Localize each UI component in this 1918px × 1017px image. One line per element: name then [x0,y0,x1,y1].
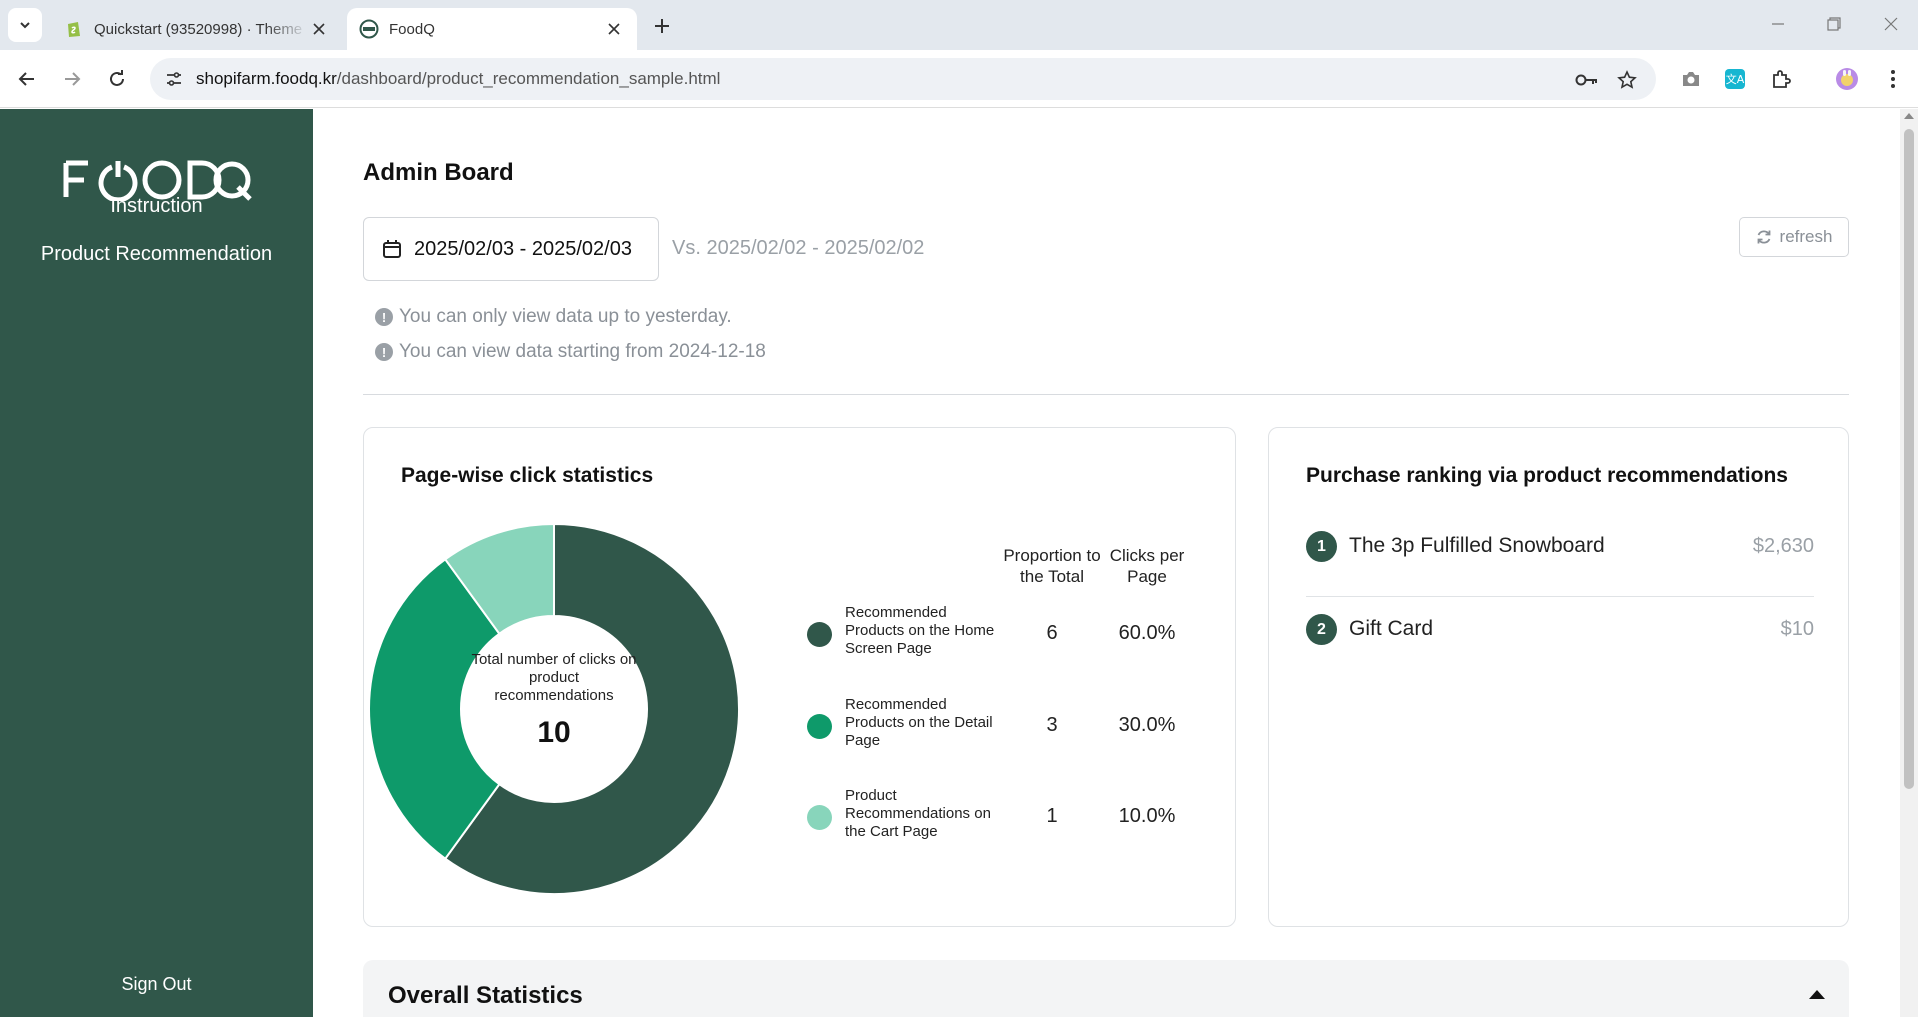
rank-badge: 2 [1306,614,1337,645]
chevron-down-icon [20,22,30,29]
legend-label: Product Recommendations on the Cart Page [845,787,991,840]
svg-text:文A: 文A [1726,72,1745,86]
restore-icon [1827,17,1841,31]
arrow-left-icon [18,72,34,86]
reload-button[interactable] [102,64,132,94]
page-scrollbar[interactable] [1900,109,1918,1017]
ranking-title: Purchase ranking via product recommendat… [1306,464,1788,487]
divider [363,394,1849,395]
main-content: Admin Board 2025/02/03 - 2025/02/03 Vs. … [313,109,1900,1017]
camera-icon[interactable] [1676,64,1706,94]
sidebar: Instruction Product Recommendation Sign … [0,109,313,1017]
collapse-caret-icon[interactable] [1809,990,1825,999]
legend-label: Recommended Products on the Home Screen … [845,604,995,657]
legend-count: 1 [1046,805,1058,827]
notice-start-date: ! You can view data starting from 2024-1… [375,341,766,363]
forward-button[interactable] [57,64,87,94]
scroll-up-arrow-icon[interactable] [1904,113,1914,119]
site-info-icon[interactable] [162,67,186,91]
rank-badge: 1 [1306,531,1337,562]
sign-out-link[interactable]: Sign Out [0,974,313,995]
tab-foodq[interactable]: FoodQ [347,8,637,50]
legend-count: 6 [1046,622,1058,644]
donut-center-label: Total number of clicks on product recomm… [471,651,637,704]
overall-statistics-title: Overall Statistics [388,982,583,1009]
legend-row-detail: Recommended Products on the Detail Page … [807,696,1187,756]
overall-statistics-header[interactable]: Overall Statistics [363,960,1849,1017]
browser-tab-bar: Quickstart (93520998) · Theme FoodQ [0,0,1918,50]
notice-text: You can only view data up to yesterday. [399,306,732,327]
notice-yesterday: ! You can only view data up to yesterday… [375,306,732,328]
legend-count: 3 [1046,714,1058,736]
password-key-icon[interactable] [1574,67,1600,93]
foodq-icon [359,19,379,39]
close-tab-icon[interactable] [308,18,330,40]
back-button[interactable] [12,64,42,94]
refresh-icon [1757,230,1770,244]
refresh-button[interactable]: refresh [1739,217,1849,257]
ranking-item[interactable]: 2 Gift Card $10 [1306,614,1814,696]
notice-text: You can view data starting from 2024-12-… [399,341,766,362]
scroll-thumb[interactable] [1904,129,1914,789]
tab-title: FoodQ [389,20,435,38]
address-bar-row: shopifarm.foodq.kr/dashboard/product_rec… [0,50,1918,108]
legend-percent: 30.0% [1118,714,1176,736]
plus-icon [655,19,669,33]
col-header-clicks: Clicks per Page [1109,546,1185,586]
rank-product-name: Gift Card [1349,617,1434,640]
menu-kebab-icon[interactable] [1878,64,1908,94]
ranking-card: Purchase ranking via product recommendat… [1268,427,1849,927]
url-host: shopifarm.foodq.kr [196,69,337,88]
close-tab-icon[interactable] [603,18,625,40]
arrow-right-icon [65,72,81,86]
legend-dot [807,622,832,647]
url-path: /dashboard/product_recommendation_sample… [336,69,721,88]
bookmark-star-icon[interactable] [1614,67,1640,93]
ranking-divider [1306,596,1814,597]
refresh-label: refresh [1779,227,1833,246]
exclamation-icon: ! [375,343,393,361]
sidebar-item-instruction[interactable]: Instruction [0,195,313,218]
donut-total-value: 10 [537,716,571,749]
date-range-picker[interactable]: 2025/02/03 - 2025/02/03 [363,217,659,281]
close-window-button[interactable] [1871,10,1911,38]
ranking-item[interactable]: 1 The 3p Fulfilled Snowboard $2,630 [1306,531,1814,613]
omnibox[interactable]: shopifarm.foodq.kr/dashboard/product_rec… [150,58,1656,100]
rank-product-value: $10 [1780,618,1814,640]
rank-product-value: $2,630 [1752,535,1814,557]
legend-percent: 10.0% [1118,805,1176,827]
shopify-icon [68,22,80,37]
col-header-proportion: Proportion to the Total [1003,546,1101,586]
profile-avatar-icon[interactable] [1832,64,1862,94]
legend-row-home: Recommended Products on the Home Screen … [807,604,1187,664]
legend-percent: 60.0% [1118,622,1176,644]
minimize-icon [1772,23,1784,25]
extensions-puzzle-icon[interactable] [1766,64,1796,94]
tab-list-button[interactable] [8,8,42,42]
rank-product-name: The 3p Fulfilled Snowboard [1349,534,1605,557]
new-tab-button[interactable] [648,12,676,40]
sidebar-item-product-recommendation[interactable]: Product Recommendation [0,243,313,266]
exclamation-icon: ! [375,308,393,326]
click-stats-card: Page-wise click statistics Total number … [363,427,1236,927]
calendar-icon [383,240,401,258]
legend-dot [807,805,832,830]
tab-quickstart[interactable]: Quickstart (93520998) · Theme [52,8,342,50]
legend-label: Recommended Products on the Detail Page [845,696,993,749]
reload-icon [110,70,124,86]
tab-title: Quickstart (93520998) · Theme [94,20,303,38]
translate-extension-icon[interactable]: 文A [1720,64,1750,94]
date-range-text: 2025/02/03 - 2025/02/03 [414,237,632,260]
minimize-button[interactable] [1758,10,1798,38]
page-title: Admin Board [363,159,514,186]
legend-dot [807,714,832,739]
url-text[interactable]: shopifarm.foodq.kr/dashboard/product_rec… [196,69,720,89]
legend-row-cart: Product Recommendations on the Cart Page… [807,787,1187,847]
restore-button[interactable] [1814,10,1854,38]
close-icon [1884,17,1898,31]
compare-range-text: Vs. 2025/02/02 - 2025/02/02 [672,237,925,259]
